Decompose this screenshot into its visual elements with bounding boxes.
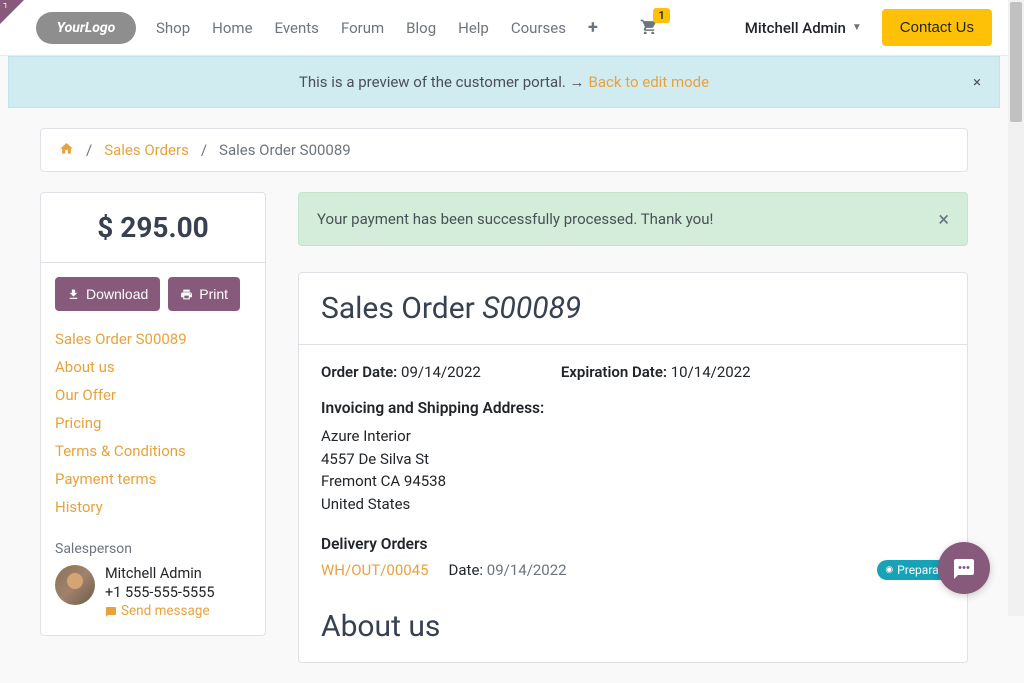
user-name: Mitchell Admin	[745, 19, 846, 37]
avatar	[55, 565, 95, 605]
nav-courses[interactable]: Courses	[511, 19, 566, 37]
scrollbar-thumb[interactable]	[1010, 2, 1022, 122]
anchor-link[interactable]: About us	[55, 353, 251, 381]
price-box: $ 295.00	[41, 193, 265, 263]
delivery-date-label: Date:	[449, 561, 484, 579]
arrow-right-icon: →	[570, 73, 585, 91]
expiration-date: Expiration Date: 10/14/2022	[561, 363, 751, 381]
anchor-link[interactable]: Terms & Conditions	[55, 437, 251, 465]
chat-icon	[105, 606, 117, 617]
download-icon	[67, 288, 80, 301]
nav-right: Mitchell Admin ▼ Contact Us	[745, 9, 992, 46]
user-menu[interactable]: Mitchell Admin ▼	[745, 19, 862, 37]
print-icon	[180, 288, 193, 301]
nav-forum[interactable]: Forum	[341, 19, 384, 37]
cart-button[interactable]: 1	[640, 18, 658, 38]
nav-links: Shop Home Events Forum Blog Help Courses…	[156, 17, 745, 38]
delivery-date: Date: 09/14/2022	[449, 561, 567, 579]
salesperson-name: Mitchell Admin	[105, 565, 214, 582]
expiration-value: 10/14/2022	[671, 363, 751, 381]
two-column-layout: $ 295.00 Download Print Sales Order S000…	[40, 192, 968, 663]
home-icon[interactable]	[59, 141, 74, 159]
salesperson-section: Salesperson Mitchell Admin +1 555-555-55…	[41, 531, 265, 635]
breadcrumb-current: Sales Order S00089	[219, 141, 351, 159]
preview-text-content: This is a preview of the customer portal…	[299, 73, 570, 91]
main-column: Your payment has been successfully proce…	[298, 192, 968, 663]
order-date: Order Date: 09/14/2022	[321, 363, 481, 381]
breadcrumb-sep: /	[86, 141, 92, 159]
order-card: Sales Order S00089 Order Date: 09/14/202…	[298, 272, 968, 663]
order-total: $ 295.00	[59, 211, 247, 244]
preview-banner: This is a preview of the customer portal…	[8, 56, 1000, 108]
salesperson-label: Salesperson	[55, 541, 251, 557]
nav-home[interactable]: Home	[212, 19, 252, 37]
order-date-label: Order Date:	[321, 363, 397, 381]
expiration-label: Expiration Date:	[561, 363, 667, 381]
delivery-row: WH/OUT/00045 Date: 09/14/2022 Preparatio…	[321, 561, 945, 579]
salesperson-info: Mitchell Admin +1 555-555-5555 Send mess…	[105, 565, 214, 621]
edit-corner-badge[interactable]	[0, 0, 24, 24]
cart-count-badge: 1	[653, 8, 669, 23]
order-date-value: 09/14/2022	[401, 363, 481, 381]
order-body: Order Date: 09/14/2022 Expiration Date: …	[299, 345, 967, 662]
order-title-ref: S00089	[482, 291, 581, 326]
chat-bubble-button[interactable]	[938, 542, 990, 594]
address-country: United States	[321, 493, 945, 516]
action-buttons: Download Print	[41, 263, 265, 325]
success-message: Your payment has been successfully proce…	[317, 210, 713, 228]
preview-text: This is a preview of the customer portal…	[299, 73, 709, 91]
caret-down-icon: ▼	[852, 22, 862, 33]
back-to-edit-link[interactable]: Back to edit mode	[589, 73, 710, 91]
vertical-scrollbar[interactable]	[1008, 0, 1024, 616]
print-label: Print	[199, 286, 228, 302]
salesperson-phone: +1 555-555-5555	[105, 584, 214, 601]
delivery-date-value: 09/14/2022	[487, 561, 567, 579]
content-area: / Sales Orders / Sales Order S00089 $ 29…	[0, 108, 1008, 683]
delivery-ref-link[interactable]: WH/OUT/00045	[321, 561, 429, 579]
address-label: Invoicing and Shipping Address:	[321, 399, 945, 417]
contact-us-button[interactable]: Contact Us	[882, 9, 992, 46]
print-button[interactable]: Print	[168, 277, 240, 311]
anchor-link[interactable]: Pricing	[55, 409, 251, 437]
download-label: Download	[86, 286, 148, 302]
anchor-link[interactable]: Our Offer	[55, 381, 251, 409]
address-name: Azure Interior	[321, 425, 945, 448]
order-title: Sales Order S00089	[321, 291, 945, 326]
address-street: 4557 De Silva St	[321, 448, 945, 471]
anchor-links: Sales Order S00089 About us Our Offer Pr…	[41, 325, 265, 531]
top-navbar: YourLogo Shop Home Events Forum Blog Hel…	[0, 0, 1008, 56]
sidebar: $ 295.00 Download Print Sales Order S000…	[40, 192, 266, 636]
site-logo[interactable]: YourLogo	[36, 12, 136, 44]
anchor-link[interactable]: History	[55, 493, 251, 521]
breadcrumb-sales-orders[interactable]: Sales Orders	[104, 141, 189, 159]
add-page-icon[interactable]: +	[588, 17, 598, 38]
nav-shop[interactable]: Shop	[156, 19, 190, 37]
preview-close-icon[interactable]: ×	[973, 73, 981, 91]
anchor-link[interactable]: Payment terms	[55, 465, 251, 493]
breadcrumb: / Sales Orders / Sales Order S00089	[40, 128, 968, 172]
delivery-orders-label: Delivery Orders	[321, 535, 945, 553]
download-button[interactable]: Download	[55, 277, 160, 311]
breadcrumb-sep: /	[201, 141, 207, 159]
success-alert: Your payment has been successfully proce…	[298, 192, 968, 246]
about-us-heading: About us	[321, 609, 945, 644]
send-message-label: Send message	[121, 603, 210, 619]
order-title-prefix: Sales Order	[321, 291, 482, 326]
nav-blog[interactable]: Blog	[406, 19, 436, 37]
chat-dots-icon	[952, 557, 976, 579]
address-city: Fremont CA 94538	[321, 470, 945, 493]
salesperson-row: Mitchell Admin +1 555-555-5555 Send mess…	[55, 565, 251, 621]
nav-help[interactable]: Help	[458, 19, 489, 37]
send-message-link[interactable]: Send message	[105, 603, 214, 619]
nav-events[interactable]: Events	[275, 19, 319, 37]
alert-close-icon[interactable]: ×	[938, 207, 949, 231]
anchor-link[interactable]: Sales Order S00089	[55, 325, 251, 353]
shipping-address: Azure Interior 4557 De Silva St Fremont …	[321, 425, 945, 515]
order-header: Sales Order S00089	[299, 273, 967, 345]
order-meta-row: Order Date: 09/14/2022 Expiration Date: …	[321, 363, 945, 381]
